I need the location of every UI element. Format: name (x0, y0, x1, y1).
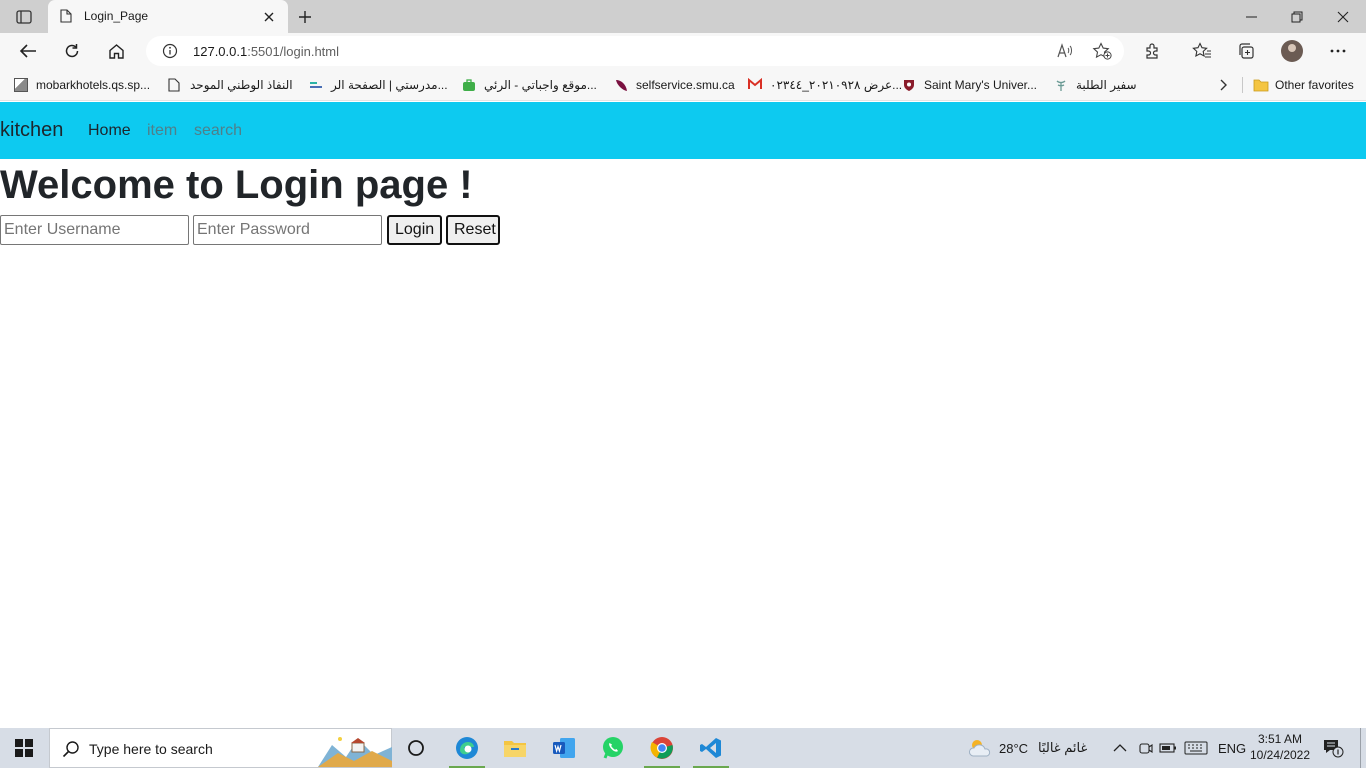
favorite-label: سفير الطلبة (1076, 78, 1137, 92)
favorite-label: Saint Mary's Univer... (924, 78, 1037, 92)
page-icon (168, 78, 182, 92)
chevron-up-icon[interactable] (1113, 728, 1127, 768)
read-aloud-icon[interactable] (1054, 41, 1076, 61)
smu-crest-icon (902, 78, 916, 92)
favorite-item[interactable]: Saint Mary's Univer... (902, 76, 1037, 94)
brand-link[interactable]: kitchen (0, 119, 63, 142)
feather-icon (614, 78, 628, 92)
login-button[interactable]: Login (387, 215, 442, 245)
username-input[interactable] (0, 215, 189, 245)
favorite-label: selfservice.smu.ca (636, 78, 735, 92)
tab-actions-icon[interactable] (9, 7, 39, 27)
site-navbar: kitchen Home item search (0, 102, 1366, 159)
extensions-icon[interactable] (1138, 37, 1168, 65)
windows-start-icon[interactable] (0, 728, 48, 768)
notification-icon[interactable] (1322, 738, 1344, 758)
task-view-icon[interactable] (392, 728, 440, 768)
clock-time: 3:51 AM (1257, 732, 1303, 746)
whatsapp-icon[interactable] (589, 728, 637, 768)
show-desktop-button[interactable] (1360, 728, 1361, 768)
address-bar[interactable]: 127.0.0.1:5501/login.html (146, 36, 1124, 66)
favorites-bar: mobarkhotels.qs.sp... النفاذ الوطني المو… (0, 69, 1366, 101)
url-path: :5501/login.html (247, 44, 339, 59)
site-info-icon[interactable] (162, 43, 178, 64)
url-text[interactable]: 127.0.0.1:5501/login.html (193, 44, 339, 59)
briefcase-icon (462, 78, 476, 92)
browser-toolbar: 127.0.0.1:5501/login.html (0, 33, 1366, 69)
more-menu-icon[interactable] (1323, 37, 1353, 65)
reset-button[interactable]: Reset (446, 215, 500, 245)
restore-icon[interactable] (1274, 0, 1320, 33)
weather-description[interactable]: غائم غالبًا (1038, 728, 1087, 768)
favorite-item[interactable]: سفير الطلبة (1054, 76, 1137, 94)
image-icon (14, 78, 28, 92)
search-icon (62, 740, 80, 763)
new-tab-button[interactable] (294, 6, 316, 28)
taskbar-search[interactable]: Type here to search (49, 728, 392, 768)
favorite-item[interactable]: مدرستي | الصفحة الر... (309, 76, 448, 94)
tab-title: Login_Page (84, 9, 149, 23)
favorites-icon[interactable] (1187, 37, 1217, 65)
other-favorites-label: Other favorites (1275, 78, 1354, 92)
collections-icon[interactable] (1231, 37, 1261, 65)
page-favicon-icon (60, 9, 72, 28)
refresh-icon[interactable] (57, 37, 87, 65)
favorite-label: عرض ٢٠٢١٠٩٢٨_٠٢٣٤٤... (770, 78, 903, 92)
minimize-icon[interactable] (1228, 0, 1274, 33)
input-language[interactable]: ENG (1218, 728, 1246, 768)
favorite-label: مدرستي | الصفحة الر... (331, 78, 448, 92)
favorite-item[interactable]: selfservice.smu.ca (614, 76, 735, 94)
search-highlight-illustration (318, 731, 392, 767)
favorite-label: موقع واجباتي - الرئي... (484, 78, 597, 92)
file-explorer-icon[interactable] (491, 728, 539, 768)
word-app-icon[interactable] (540, 728, 588, 768)
nav-link-item[interactable]: item (147, 122, 177, 140)
favorite-item[interactable]: موقع واجباتي - الرئي... (462, 76, 597, 94)
favorites-divider (1242, 77, 1243, 93)
clock-date: 10/24/2022 (1249, 748, 1311, 762)
favorite-item[interactable]: عرض ٢٠٢١٠٩٢٨_٠٢٣٤٤... (748, 76, 902, 94)
battery-icon[interactable] (1159, 728, 1177, 768)
madrasati-icon (309, 78, 323, 92)
keyboard-icon[interactable] (1184, 728, 1208, 768)
url-host: 127.0.0.1 (193, 44, 248, 59)
favorite-label: النفاذ الوطني الموحد (190, 78, 293, 92)
safeer-icon (1054, 78, 1068, 92)
favorite-label: mobarkhotels.qs.sp... (36, 78, 151, 92)
windows-taskbar: Type here to search 28°C غائم غالبًا ENG (0, 728, 1366, 768)
page-title: Welcome to Login page ! (0, 163, 473, 207)
add-favorite-icon[interactable] (1091, 41, 1113, 61)
folder-icon (1253, 78, 1269, 92)
taskbar-clock[interactable]: 3:51 AM 10/24/2022 (1248, 731, 1312, 763)
nav-link-search[interactable]: search (194, 122, 242, 140)
taskbar-search-placeholder: Type here to search (89, 741, 213, 757)
nav-link-home[interactable]: Home (88, 122, 131, 140)
back-arrow-icon[interactable] (13, 37, 43, 65)
meet-now-icon[interactable] (1137, 728, 1153, 768)
close-window-icon[interactable] (1320, 0, 1366, 33)
other-favorites[interactable]: Other favorites (1253, 76, 1354, 94)
edge-app-icon[interactable] (443, 728, 491, 768)
favorite-item[interactable]: mobarkhotels.qs.sp... (14, 76, 150, 94)
browser-tab[interactable]: Login_Page (48, 0, 288, 33)
gmail-icon (748, 77, 762, 92)
favorite-item[interactable]: النفاذ الوطني الموحد (168, 76, 293, 94)
vscode-app-icon[interactable] (687, 728, 735, 768)
chrome-app-icon[interactable] (638, 728, 686, 768)
password-input[interactable] (193, 215, 382, 245)
browser-tab-strip: Login_Page (0, 0, 1366, 33)
weather-cloud-icon[interactable] (967, 728, 993, 768)
chevron-right-icon[interactable] (1214, 75, 1234, 95)
tab-close-icon[interactable] (260, 8, 278, 26)
weather-temperature[interactable]: 28°C (999, 728, 1028, 768)
profile-avatar[interactable] (1281, 40, 1303, 62)
home-icon[interactable] (101, 37, 131, 65)
